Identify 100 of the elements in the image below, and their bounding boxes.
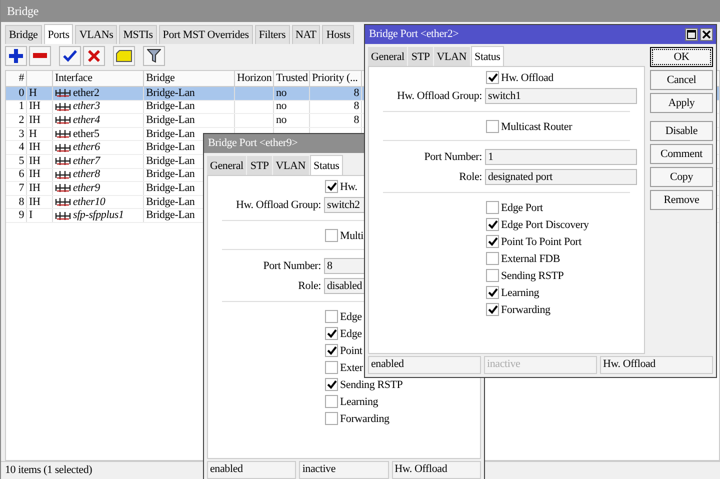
- checkbox[interactable]: [486, 252, 499, 265]
- checkbox[interactable]: [486, 235, 499, 248]
- status-cell: Hw. Offload: [392, 461, 481, 479]
- bridge-name: Bridge-Lan: [146, 168, 195, 182]
- checkbox-label: Learning: [340, 396, 378, 408]
- tab[interactable]: VLAN: [272, 156, 309, 175]
- column-header[interactable]: Trusted: [274, 71, 310, 86]
- tab[interactable]: MSTIs: [119, 25, 157, 44]
- remove-button[interactable]: [29, 46, 51, 66]
- port-icon: [55, 88, 71, 98]
- interface-name: ether9: [73, 182, 100, 195]
- input-field[interactable]: designated port: [485, 169, 637, 185]
- dialog-title-bar[interactable]: Bridge Port <ether2>: [365, 25, 716, 44]
- checkbox[interactable]: [325, 344, 338, 357]
- column-header[interactable]: Priority (...: [310, 71, 362, 86]
- tab[interactable]: Bridge: [5, 25, 42, 44]
- column-header[interactable]: Horizon: [235, 71, 274, 86]
- tab[interactable]: Status: [310, 155, 344, 176]
- check-icon: [326, 380, 336, 389]
- checkbox-label: Edge: [340, 328, 362, 340]
- checkbox[interactable]: [486, 120, 499, 133]
- dialog-button[interactable]: Disable: [650, 121, 713, 141]
- row-number: 5: [18, 154, 24, 168]
- priority-value: 8: [354, 86, 359, 100]
- dialog-button[interactable]: Copy: [650, 167, 713, 187]
- column-header[interactable]: Bridge: [144, 71, 235, 86]
- flags-text: I: [29, 209, 32, 222]
- flags-text: IH: [29, 196, 40, 209]
- tab[interactable]: VLAN: [434, 47, 470, 66]
- checkbox-label: Multi: [340, 230, 364, 242]
- checkbox[interactable]: [486, 71, 499, 84]
- checkbox-label: Edge Port Discovery: [501, 218, 589, 230]
- dialog-button[interactable]: OK: [650, 47, 713, 67]
- filter-button[interactable]: [143, 46, 165, 66]
- column-header[interactable]: #: [6, 71, 27, 86]
- dialog-button[interactable]: Comment: [650, 144, 713, 164]
- checkbox[interactable]: [325, 229, 338, 242]
- tab[interactable]: NAT: [292, 25, 320, 44]
- tab[interactable]: General: [207, 156, 246, 175]
- tab[interactable]: Hosts: [322, 25, 354, 44]
- checkbox[interactable]: [325, 412, 338, 425]
- interface-name: ether10: [73, 196, 106, 209]
- flags-text: IH: [29, 168, 40, 182]
- checkbox[interactable]: [486, 269, 499, 282]
- port-icon: [55, 197, 71, 208]
- checkbox-label: Hw.: [340, 180, 358, 192]
- tab[interactable]: VLANs: [75, 25, 118, 44]
- flags-text: IH: [29, 154, 40, 168]
- row-number: 6: [18, 168, 24, 182]
- tab[interactable]: Status: [470, 46, 504, 67]
- bridge-name: Bridge-Lan: [146, 141, 195, 154]
- row-number: 0: [18, 86, 24, 100]
- trusted-value: no: [276, 114, 287, 127]
- check-icon: [488, 73, 498, 82]
- dialog-button[interactable]: Remove: [650, 190, 713, 210]
- checkbox-label: Exter: [340, 362, 363, 374]
- port-icon: [55, 170, 71, 180]
- dialog-button[interactable]: Cancel: [650, 70, 713, 90]
- column-header[interactable]: Interface: [53, 71, 144, 86]
- input-field[interactable]: switch1: [485, 88, 637, 104]
- dialog-button[interactable]: Apply: [650, 93, 713, 113]
- tab[interactable]: Ports: [44, 24, 74, 44]
- tab[interactable]: General: [368, 47, 408, 66]
- checkbox[interactable]: [486, 303, 499, 316]
- disable-button[interactable]: [83, 46, 105, 66]
- checkbox-label: Edge: [340, 310, 362, 322]
- add-button[interactable]: [5, 46, 27, 66]
- flags-text: IH: [29, 100, 40, 114]
- checkbox[interactable]: [325, 180, 338, 193]
- tab[interactable]: STP: [247, 156, 272, 175]
- checkbox-label: Sending RSTP: [340, 378, 403, 390]
- maximize-button[interactable]: [685, 28, 698, 41]
- checkbox[interactable]: [325, 327, 338, 340]
- interface-name: ether2: [73, 86, 100, 100]
- interface-name: ether8: [73, 168, 100, 182]
- tab[interactable]: STP: [408, 47, 433, 66]
- row-number: 8: [18, 196, 24, 209]
- checkbox[interactable]: [486, 286, 499, 299]
- comment-button[interactable]: [113, 46, 135, 66]
- check-icon: [326, 182, 336, 191]
- checkbox[interactable]: [486, 201, 499, 214]
- checkbox[interactable]: [486, 218, 499, 231]
- checkbox[interactable]: [325, 361, 338, 374]
- status-cell: enabled: [207, 461, 296, 479]
- checkbox[interactable]: [325, 395, 338, 408]
- checkbox[interactable]: [325, 378, 338, 391]
- tab[interactable]: Port MST Overrides: [158, 25, 253, 44]
- port-icon: [55, 183, 71, 194]
- bridge-name: Bridge-Lan: [146, 154, 195, 168]
- checkbox[interactable]: [325, 310, 338, 323]
- checkbox-label: Forwarding: [501, 304, 550, 316]
- filter-icon: [147, 49, 161, 63]
- flags-text: H: [29, 128, 37, 141]
- enable-button[interactable]: [59, 46, 81, 66]
- close-button[interactable]: [700, 28, 713, 41]
- tab[interactable]: Filters: [254, 25, 290, 44]
- trusted-value: no: [276, 100, 287, 114]
- input-field[interactable]: 1: [485, 149, 637, 165]
- plus-icon: [9, 49, 23, 63]
- field-label: Role:: [458, 171, 482, 183]
